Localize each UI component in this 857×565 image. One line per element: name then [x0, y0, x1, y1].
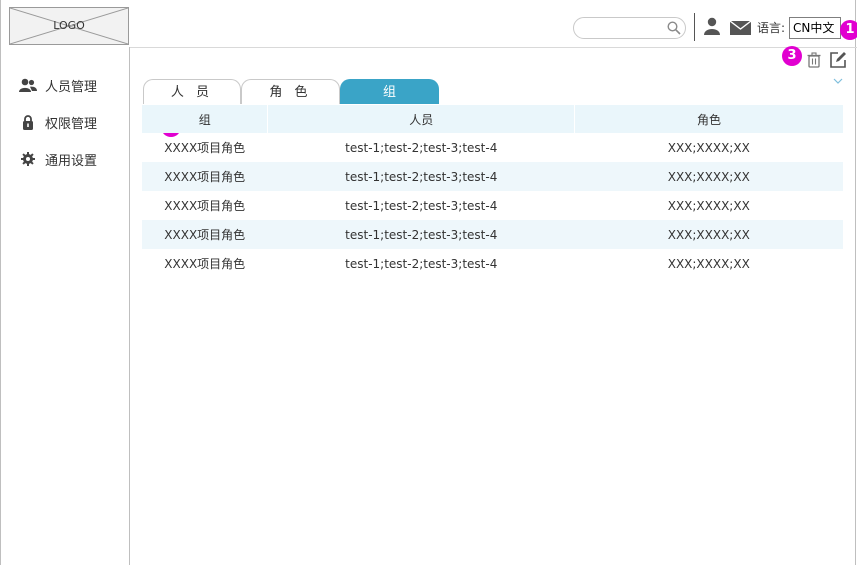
- cell-personnel: test-1;test-2;test-3;test-4: [345, 198, 498, 213]
- header-separator: [694, 13, 695, 41]
- header-divider: [130, 47, 857, 48]
- mail-icon[interactable]: [729, 20, 752, 39]
- lock-icon: [18, 114, 38, 130]
- tab-role[interactable]: 角 色: [241, 79, 340, 104]
- chevron-down-icon[interactable]: [833, 70, 843, 89]
- cell-group: XXXX项目角色: [164, 257, 246, 271]
- cell-personnel: test-1;test-2;test-3;test-4: [345, 140, 498, 155]
- cell-group: XXXX项目角色: [164, 141, 246, 155]
- users-icon: [18, 77, 38, 93]
- search-icon[interactable]: [667, 21, 681, 35]
- gear-icon: [18, 151, 38, 167]
- table-header-row: 组 人员 角色: [140, 105, 843, 133]
- cell-group: XXXX项目角色: [141, 220, 268, 249]
- cell-personnel: test-1;test-2;test-3;test-4: [345, 256, 498, 271]
- sidebar-item-permission-management[interactable]: 权限管理: [18, 112, 97, 132]
- table-row[interactable]: XXXX项目角色 test-1;test-2;test-3;test-4 XXX…: [142, 133, 844, 162]
- tab-group[interactable]: 组: [340, 79, 439, 104]
- frame-left-border: [0, 0, 1, 565]
- frame-right-border: [855, 0, 856, 565]
- logo: LOGO: [9, 7, 129, 45]
- annotation-marker-3: 3: [782, 46, 802, 66]
- column-header-role[interactable]: 角色: [574, 105, 843, 133]
- cell-role: XXX;XXXX;XX: [667, 198, 750, 213]
- language-select[interactable]: CN中文: [789, 17, 841, 39]
- sidebar-item-user-management[interactable]: 人员管理: [18, 75, 97, 95]
- user-icon[interactable]: [703, 17, 721, 39]
- sidebar-item-general-settings[interactable]: 通用设置: [18, 149, 97, 169]
- table-row[interactable]: XXXX项目角色 test-1;test-2;test-3;test-4 XXX…: [142, 249, 844, 278]
- sidebar-divider: [129, 47, 130, 565]
- cell-group: XXXX项目角色: [164, 199, 246, 213]
- annotation-marker-1: 1: [840, 20, 857, 40]
- search-input[interactable]: [573, 17, 686, 39]
- cell-group: XXXX项目角色: [141, 162, 268, 191]
- cell-personnel: test-1;test-2;test-3;test-4: [267, 220, 575, 249]
- table-row[interactable]: XXXX项目角色 test-1;test-2;test-3;test-4 XXX…: [142, 191, 844, 220]
- cell-role: XXX;XXXX;XX: [667, 140, 750, 155]
- column-header-group[interactable]: 组: [140, 105, 268, 133]
- sidebar-item-label: 通用设置: [45, 153, 98, 169]
- group-table: 组 人员 角色 XXXX项目角色 test-1;test-2;test-3;te…: [140, 105, 844, 278]
- column-header-personnel[interactable]: 人员: [267, 105, 575, 133]
- cell-role: XXX;XXXX;XX: [574, 162, 843, 191]
- sidebar-item-label: 权限管理: [45, 116, 98, 132]
- trash-icon[interactable]: [806, 52, 822, 72]
- sidebar-item-label: 人员管理: [45, 79, 98, 95]
- table-row[interactable]: XXXX项目角色 test-1;test-2;test-3;test-4 XXX…: [141, 220, 843, 249]
- cell-role: XXX;XXXX;XX: [574, 220, 843, 249]
- table-row[interactable]: XXXX项目角色 test-1;test-2;test-3;test-4 XXX…: [141, 162, 843, 191]
- cell-role: XXX;XXXX;XX: [667, 256, 750, 271]
- tab-personnel[interactable]: 人 员: [143, 79, 241, 104]
- cell-personnel: test-1;test-2;test-3;test-4: [267, 162, 575, 191]
- language-label: 语言:: [757, 21, 786, 35]
- logo-text: LOGO: [53, 19, 85, 32]
